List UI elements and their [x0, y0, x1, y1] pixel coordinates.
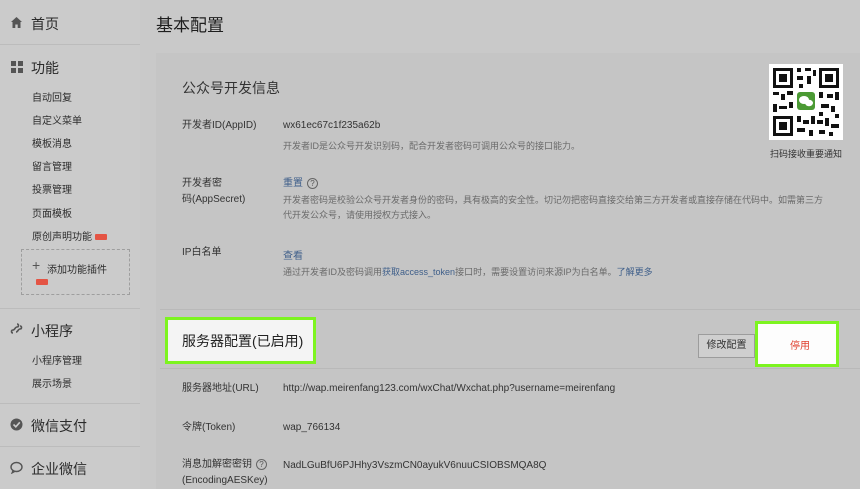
nav-home-label: 首页: [31, 16, 59, 32]
sidebar-item-vote-management[interactable]: 投票管理: [32, 181, 72, 196]
sidebar-item-custom-menu[interactable]: 自定义菜单: [32, 112, 82, 127]
sidebar-item-mini-program-management[interactable]: 小程序管理: [32, 352, 82, 367]
section-divider: [160, 309, 860, 310]
access-token-link[interactable]: 获取access_token: [382, 267, 455, 277]
chat-bubble-icon: [10, 461, 23, 474]
qr-code: [769, 64, 843, 140]
sidebar-divider: [0, 308, 140, 309]
sidebar-item-comment-management[interactable]: 留言管理: [32, 158, 72, 173]
add-plugin-label: 添加功能插件: [47, 265, 107, 276]
aes-key-label-line2: (EncodingAESKey): [182, 475, 268, 486]
sidebar: 首页 功能 自动回复 自定义菜单 模板消息 留言管理 投票管理 页面模板 原创声…: [0, 0, 140, 489]
appid-desc: 开发者ID是公众号开发识别码，配合开发者密码可调用公众号的接口能力。: [283, 141, 581, 151]
section-divider: [160, 368, 860, 369]
add-plugin-button[interactable]: + 添加功能插件: [21, 249, 130, 295]
appid-label: 开发者ID(AppID): [182, 120, 257, 131]
help-icon[interactable]: ?: [307, 177, 318, 189]
token-value: wap_766134: [283, 422, 341, 433]
sidebar-item-auto-reply[interactable]: 自动回复: [32, 89, 72, 104]
modify-config-button[interactable]: 修改配置: [698, 334, 755, 358]
aes-key-label-line1: 消息加解密密钥?: [182, 457, 268, 473]
wechat-pay-icon: [10, 418, 23, 431]
token-label: 令牌(Token): [182, 422, 236, 433]
aes-key-label: 消息加解密密钥? (EncodingAESKey): [182, 457, 268, 489]
server-config-title: 服务器配置(已启用): [182, 333, 304, 349]
sidebar-item-template-message[interactable]: 模板消息: [32, 135, 72, 150]
sidebar-item-display-scene[interactable]: 展示场景: [32, 375, 72, 390]
ip-desc-text: 通过开发者ID及密码调用: [283, 267, 383, 277]
sidebar-item-page-template[interactable]: 页面模板: [32, 205, 72, 220]
sidebar-divider: [0, 403, 140, 404]
aes-key-label-text: 消息加解密密钥: [182, 459, 252, 470]
sidebar-divider: [0, 446, 140, 447]
reset-secret-link[interactable]: 重置: [283, 178, 303, 189]
home-icon: [10, 16, 23, 29]
ip-whitelist-label: IP白名单: [182, 247, 222, 258]
sidebar-item-original-declaration-label: 原创声明功能: [32, 232, 92, 243]
new-badge: [95, 234, 107, 241]
view-ip-whitelist-link[interactable]: 查看: [283, 247, 303, 262]
nav-functions-label: 功能: [31, 60, 59, 76]
disable-button-label: 停用: [790, 341, 810, 352]
secret-label: 开发者密 码(AppSecret): [182, 176, 245, 208]
qr-caption: 扫码接收重要通知: [770, 149, 843, 159]
server-url-value: http://wap.meirenfang123.com/wxChat/Wxch…: [283, 383, 616, 394]
disable-button[interactable]: 停用: [755, 321, 839, 367]
new-badge: [36, 279, 48, 285]
nav-mini-program-label: 小程序: [31, 323, 73, 339]
mini-program-icon: [10, 323, 23, 336]
aes-key-value: NadLGuBfU6PJHhy3VszmCN0ayukV6nuuCSIOBSMQ…: [283, 460, 547, 471]
secret-actions: 重置?: [283, 174, 318, 189]
dev-info-title: 公众号开发信息: [182, 80, 280, 96]
sidebar-item-original-declaration[interactable]: 原创声明功能: [32, 228, 107, 243]
grid-icon: [10, 60, 23, 73]
page-title: 基本配置: [156, 16, 224, 35]
ip-desc-text: 接口时，需要设置访问来源IP为白名单。: [455, 267, 617, 277]
server-url-label: 服务器地址(URL): [182, 383, 259, 394]
appid-value: wx61ec67c1f235a62b: [283, 120, 381, 131]
nav-wechat-pay-label: 微信支付: [31, 418, 87, 434]
secret-desc: 开发者密码是校验公众号开发者身份的密码，具有极高的安全性。切记勿把密码直接交给第…: [283, 195, 824, 220]
server-config-title-box: 服务器配置(已启用): [165, 317, 316, 364]
sidebar-divider: [0, 44, 140, 45]
nav-work-wechat-label: 企业微信: [31, 461, 87, 477]
learn-more-link[interactable]: 了解更多: [617, 267, 653, 277]
plus-icon: +: [32, 257, 41, 273]
secret-label-line2: 码(AppSecret): [182, 194, 246, 205]
secret-label-line1: 开发者密: [182, 178, 222, 189]
help-icon[interactable]: ?: [256, 458, 267, 470]
ip-desc: 通过开发者ID及密码调用获取access_token接口时，需要设置访问来源IP…: [283, 265, 653, 280]
